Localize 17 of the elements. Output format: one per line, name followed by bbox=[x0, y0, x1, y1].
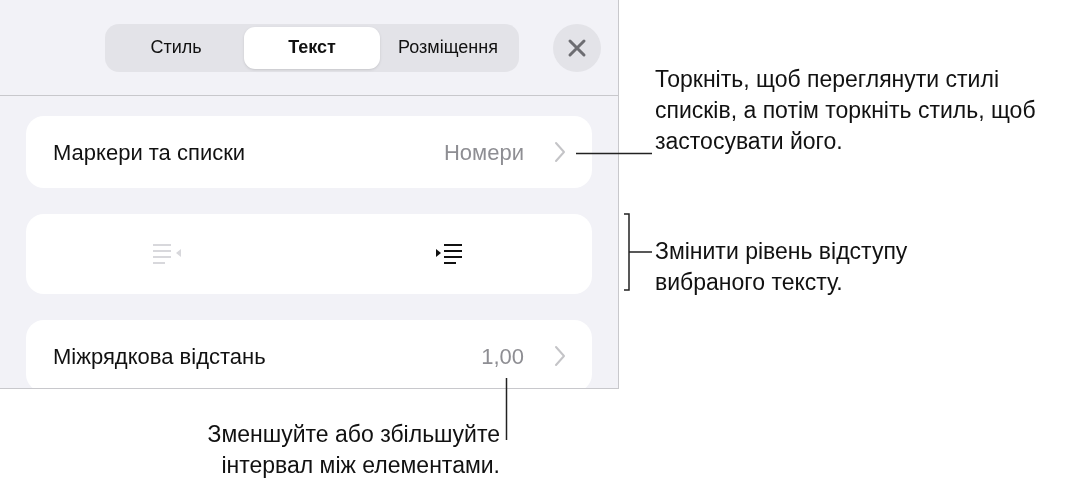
leader-line bbox=[505, 378, 508, 440]
callout-text: Зменшуйте або збільшуйте інтервал між елементами. bbox=[206, 420, 500, 480]
row-value: 1,00 bbox=[481, 342, 524, 371]
row-label: Міжрядкова відстань bbox=[53, 342, 266, 371]
tab[interactable]: Текст bbox=[244, 26, 380, 69]
row-value: Номери bbox=[444, 138, 524, 167]
close-button[interactable] bbox=[553, 23, 601, 72]
tab[interactable]: Розміщення bbox=[380, 26, 516, 69]
callout-text: Торкніть, щоб переглянути стилі списків, а потім торкніть стиль, щоб застосувати його. bbox=[655, 65, 1037, 156]
tab[interactable]: Стиль bbox=[108, 26, 244, 69]
row-label: Маркери та списки bbox=[53, 138, 246, 167]
callout-text: Змінити рівень відступу вибраного тексту. bbox=[655, 237, 909, 297]
settings-row[interactable]: Міжрядкова відстань 1,00 bbox=[26, 320, 592, 388]
chevron-icon bbox=[554, 141, 566, 163]
close-icon bbox=[567, 37, 587, 58]
settings-row[interactable]: Маркери та списки Номери bbox=[26, 116, 592, 188]
chevron-icon bbox=[554, 345, 566, 367]
